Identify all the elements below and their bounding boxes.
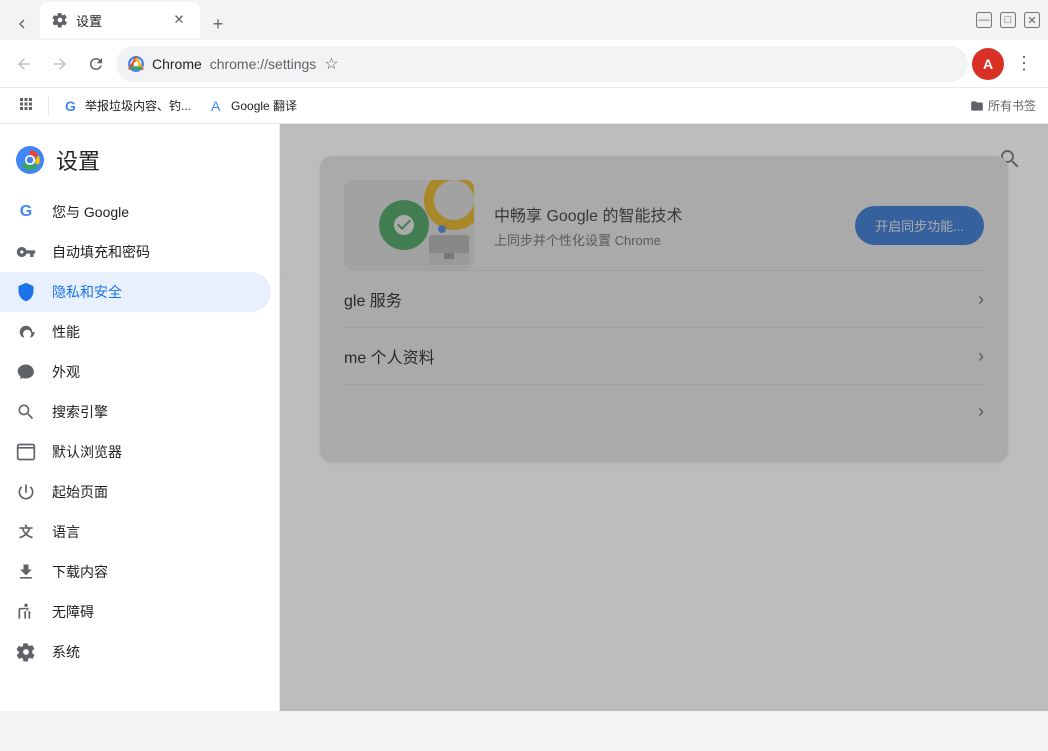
more-button[interactable]: ⋮ [1008, 48, 1040, 80]
close-button[interactable]: ✕ [1024, 12, 1040, 28]
sidebar-label-performance: 性能 [52, 322, 80, 342]
toolbar: Chrome chrome://settings ☆ A ⋮ [0, 40, 1048, 88]
browser-icon [16, 442, 36, 462]
bookmarks-bar: G 举报垃圾内容、钓... A Google 翻译 所有书签 [0, 88, 1048, 124]
profile-button[interactable]: A [972, 48, 1004, 80]
sidebar-label-accessibility: 无障碍 [52, 602, 94, 622]
sidebar-header: 设置 [0, 132, 279, 192]
sidebar-label-downloads: 下载内容 [52, 562, 108, 582]
sidebar-label-startup: 起始页面 [52, 482, 108, 502]
sidebar-item-performance[interactable]: 性能 [0, 312, 271, 352]
apps-button[interactable] [12, 92, 40, 120]
address-favicon-icon [128, 56, 144, 72]
all-bookmarks-label: 所有书签 [988, 97, 1036, 114]
address-text: Chrome chrome://settings [152, 56, 316, 72]
sidebar-item-downloads[interactable]: 下载内容 [0, 552, 271, 592]
content-area: 中畅享 Google 的智能技术 上同步并个性化设置 Chrome 开启同步功能… [280, 124, 1048, 711]
bookmark-label-report: 举报垃圾内容、钓... [85, 97, 191, 114]
sidebar-label-appearance: 外观 [52, 362, 80, 382]
sidebar-item-appearance[interactable]: 外观 [0, 352, 271, 392]
sidebar-item-google[interactable]: G 您与 Google [0, 192, 271, 232]
google-g-icon: G [65, 98, 81, 114]
sidebar: 设置 G 您与 Google 自动填充和密码 隐私和安全 性能 [0, 124, 280, 711]
settings-title: 设置 [56, 144, 100, 176]
sidebar-label-privacy: 隐私和安全 [52, 282, 122, 302]
sidebar-item-search[interactable]: 搜索引擎 [0, 392, 271, 432]
tab-back-button[interactable] [8, 10, 36, 38]
reload-button[interactable] [80, 48, 112, 80]
bookmark-item-translate[interactable]: A Google 翻译 [203, 93, 305, 118]
active-tab[interactable]: 设置 ✕ [40, 2, 200, 38]
sidebar-label-language: 语言 [52, 522, 80, 542]
sidebar-item-autofill[interactable]: 自动填充和密码 [0, 232, 271, 272]
language-icon: 文 [16, 522, 36, 542]
shield-icon [16, 282, 36, 302]
sidebar-label-search: 搜索引擎 [52, 402, 108, 422]
sidebar-item-privacy[interactable]: 隐私和安全 [0, 272, 271, 312]
chrome-label: Chrome [152, 56, 202, 72]
overlay [280, 124, 1048, 711]
forward-button[interactable] [44, 48, 76, 80]
tab-title: 设置 [76, 11, 162, 30]
startup-icon [16, 482, 36, 502]
download-icon [16, 562, 36, 582]
key-icon [16, 242, 36, 262]
titlebar: 设置 ✕ + — □ ✕ [0, 0, 1048, 40]
sidebar-item-startup[interactable]: 起始页面 [0, 472, 271, 512]
minimize-button[interactable]: — [976, 12, 992, 28]
bookmark-item-report[interactable]: G 举报垃圾内容、钓... [57, 93, 199, 118]
address-bar[interactable]: Chrome chrome://settings ☆ [116, 46, 968, 82]
sidebar-item-system[interactable]: 系统 [0, 632, 271, 672]
sidebar-label-system: 系统 [52, 642, 80, 662]
google-icon: G [16, 202, 36, 222]
bookmarks-divider [48, 96, 49, 116]
maximize-button[interactable]: □ [1000, 12, 1016, 28]
sidebar-label-default-browser: 默认浏览器 [52, 442, 122, 462]
all-bookmarks[interactable]: 所有书签 [970, 97, 1036, 114]
appearance-icon [16, 362, 36, 382]
translate-icon: A [211, 98, 227, 114]
sidebar-item-accessibility[interactable]: 无障碍 [0, 592, 271, 632]
accessibility-icon [16, 602, 36, 622]
sidebar-label-google: 您与 Google [52, 202, 129, 222]
tab-container: 设置 ✕ + [8, 2, 976, 38]
url-text: chrome://settings [210, 56, 317, 72]
window-controls: — □ ✕ [976, 12, 1040, 28]
bookmark-label-translate: Google 翻译 [231, 97, 297, 114]
chrome-logo-icon [16, 146, 44, 174]
system-icon [16, 642, 36, 662]
bookmark-star-icon[interactable]: ☆ [324, 54, 338, 74]
search-icon [16, 402, 36, 422]
tab-favicon-icon [52, 12, 68, 28]
performance-icon [16, 322, 36, 342]
new-tab-button[interactable]: + [204, 10, 232, 38]
tab-close-button[interactable]: ✕ [170, 11, 188, 29]
sidebar-item-language[interactable]: 文 语言 [0, 512, 271, 552]
sidebar-item-default-browser[interactable]: 默认浏览器 [0, 432, 271, 472]
back-button[interactable] [8, 48, 40, 80]
sidebar-label-autofill: 自动填充和密码 [52, 242, 150, 262]
main-layout: 设置 G 您与 Google 自动填充和密码 隐私和安全 性能 [0, 124, 1048, 711]
